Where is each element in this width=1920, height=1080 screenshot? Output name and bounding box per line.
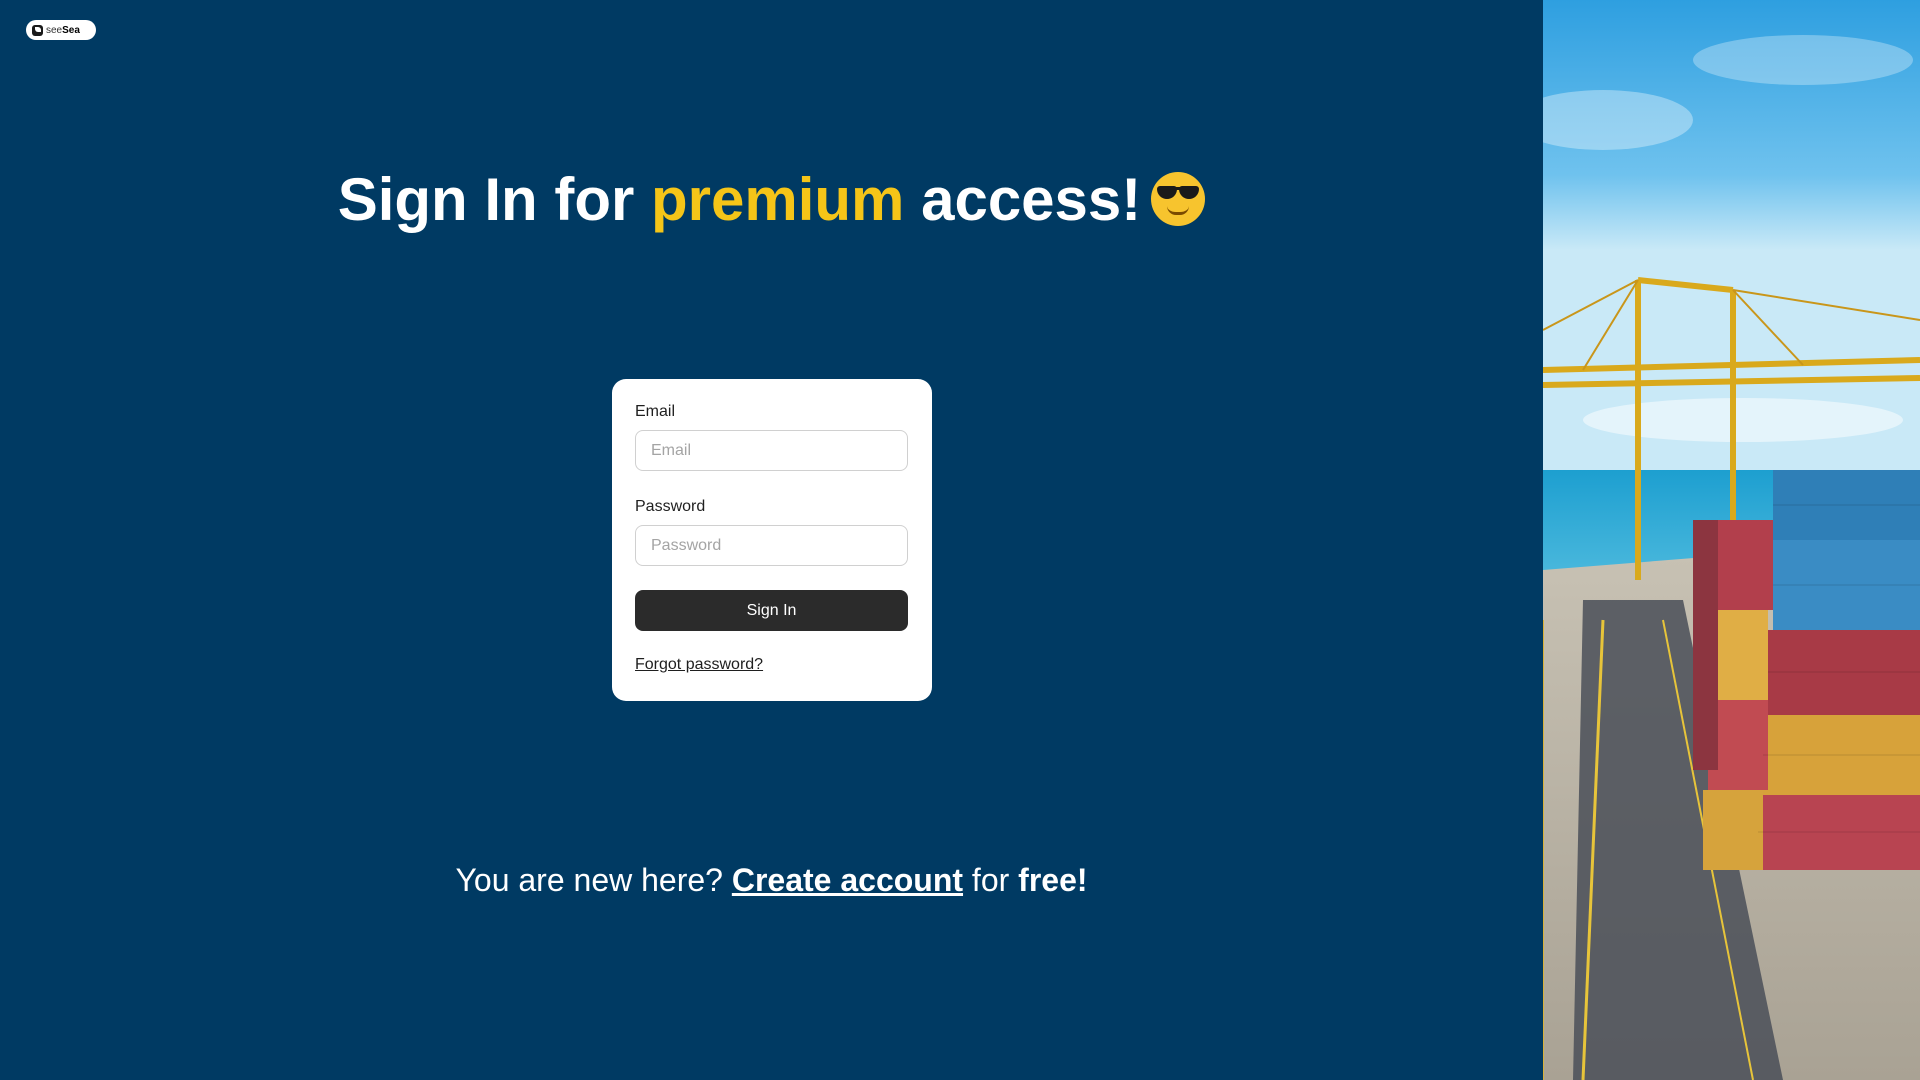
signup-prompt: You are new here? Create account for fre… (0, 860, 1543, 900)
email-group: Email (635, 403, 909, 471)
port-scene-illustration (1543, 0, 1920, 1080)
email-label: Email (635, 403, 676, 420)
signup-free: free! (1018, 862, 1088, 898)
smiling-face-with-sunglasses-icon (1151, 172, 1206, 226)
headline-premium: premium (651, 166, 905, 233)
signin-button[interactable]: Sign In (635, 590, 908, 631)
brand-logo[interactable]: seeSea (26, 20, 96, 40)
port-containers-image (1543, 0, 1920, 1080)
password-label: Password (635, 498, 706, 515)
password-group: Password (635, 498, 909, 566)
signup-prefix: You are new here? (455, 862, 732, 898)
headline-signin: Sign In (337, 166, 538, 233)
create-account-link[interactable]: Create account (732, 862, 963, 898)
logo-mark-icon (32, 24, 43, 36)
page-title: Sign In for premium access! (0, 162, 1543, 238)
logo-text: seeSea (46, 24, 80, 36)
signin-form: Email Password Sign In Forgot password? (612, 379, 932, 701)
signup-middle: for (963, 862, 1019, 898)
email-field[interactable] (635, 430, 908, 471)
headline-access: access! (904, 166, 1142, 233)
password-field[interactable] (635, 525, 908, 566)
forgot-password-link[interactable]: Forgot password? (635, 656, 763, 674)
left-panel: seeSea Sign In for premium access! Email… (0, 0, 1543, 1080)
headline-for: for (537, 166, 652, 233)
